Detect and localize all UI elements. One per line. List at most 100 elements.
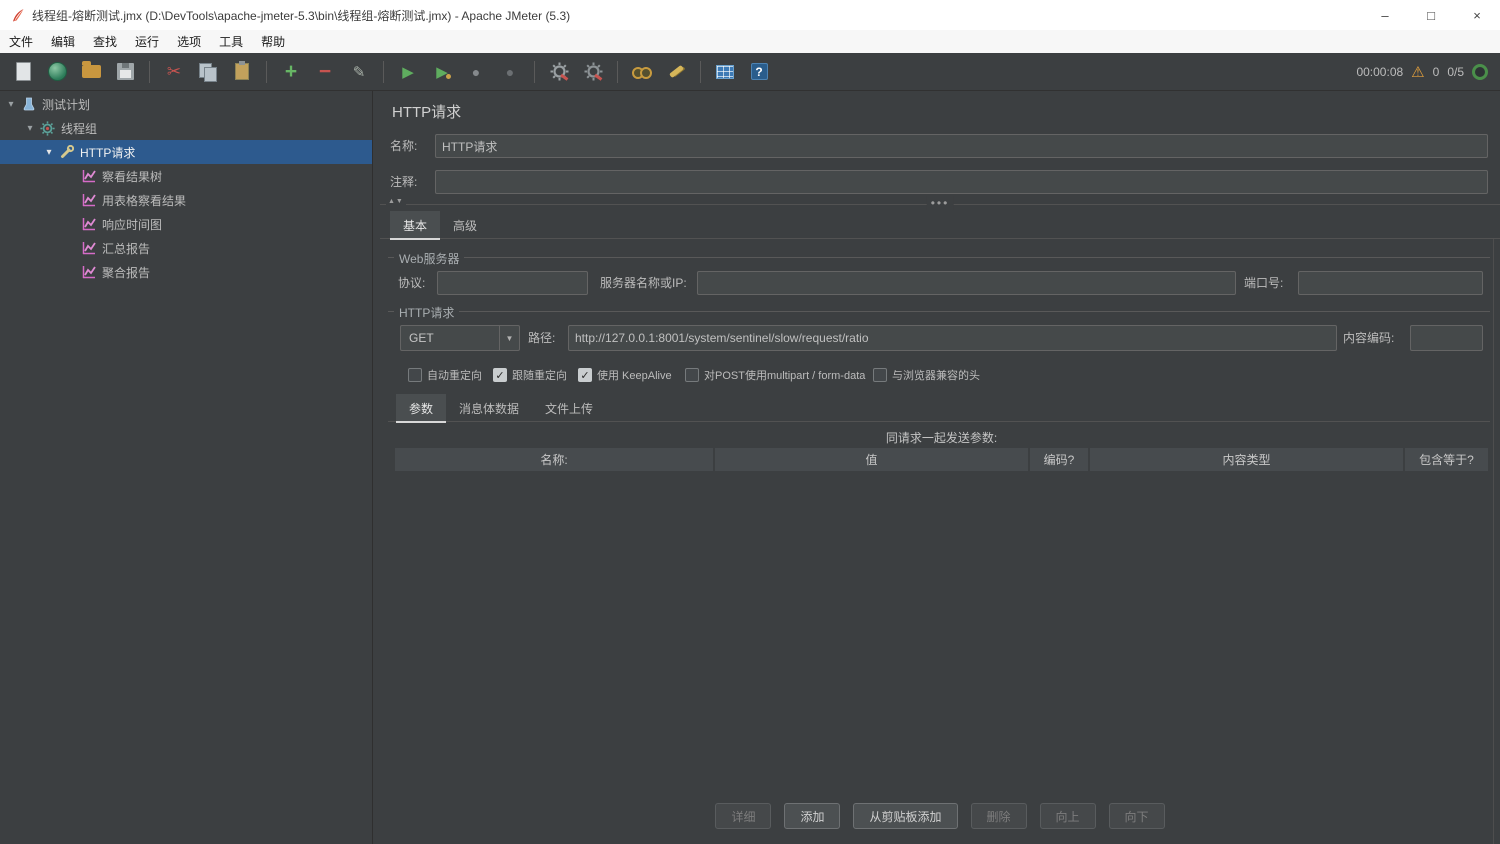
copy-button[interactable] xyxy=(193,57,223,87)
start-no-pauses-button[interactable]: ▶ xyxy=(427,57,457,87)
search-icon xyxy=(632,66,652,79)
tree-splitter[interactable]: ⋮ xyxy=(372,91,388,844)
listener-chart-icon xyxy=(80,217,97,231)
paste-button[interactable] xyxy=(227,57,257,87)
port-label: 端口号: xyxy=(1244,276,1284,290)
cut-icon: ✂ xyxy=(166,61,182,81)
checkbox-label: 与浏览器兼容的头 xyxy=(892,370,980,382)
close-button[interactable]: × xyxy=(1454,0,1500,30)
tree-item-label: HTTP请求 xyxy=(80,145,136,160)
menu-item-help[interactable]: 帮助 xyxy=(252,30,294,53)
play-icon: ▶ xyxy=(402,63,414,81)
encoding-label: 内容编码: xyxy=(1343,331,1395,345)
collapse-arrows-icon[interactable]: ▲▼ xyxy=(386,198,406,205)
down-button[interactable]: 向下 xyxy=(1108,803,1165,829)
tab-border xyxy=(380,238,1500,239)
maximize-button[interactable]: □ xyxy=(1408,0,1454,30)
port-input[interactable] xyxy=(1298,271,1483,295)
open-button[interactable] xyxy=(76,57,106,87)
menu-item-search[interactable]: 查找 xyxy=(84,30,126,53)
http-request-panel: HTTP请求 名称: 注释: ▲▼ ••• 基本 高级 Web服务器 协议: 服… xyxy=(380,91,1500,844)
stop-button[interactable]: ● xyxy=(461,57,491,87)
tab-parameters[interactable]: 参数 xyxy=(396,394,447,423)
server-input[interactable] xyxy=(697,271,1236,295)
function-helper-button[interactable] xyxy=(710,57,740,87)
shutdown-button[interactable]: ● xyxy=(495,57,525,87)
method-select[interactable]: GET ▼ xyxy=(400,325,520,351)
protocol-input[interactable] xyxy=(437,271,588,295)
column-header-name[interactable]: 名称: xyxy=(395,448,715,471)
new-plan-button[interactable] xyxy=(8,57,38,87)
checkbox-use-keepalive[interactable]: ✓ 使用 KeepAlive xyxy=(578,367,672,383)
clear-button[interactable] xyxy=(544,57,574,87)
tree-item-response-time-graph[interactable]: 响应时间图 xyxy=(0,212,372,236)
detail-button[interactable]: 详细 xyxy=(715,803,772,829)
start-button[interactable]: ▶ xyxy=(393,57,423,87)
add-button[interactable]: 添加 xyxy=(784,803,841,829)
webserver-group-title: Web服务器 xyxy=(394,250,465,267)
run-indicator-icon xyxy=(1472,63,1488,80)
reset-search-button[interactable] xyxy=(661,57,691,87)
help-button[interactable]: ? xyxy=(744,57,774,87)
toolbar-separator xyxy=(534,60,535,83)
up-button[interactable]: 向上 xyxy=(1039,803,1096,829)
divider-grip-icon[interactable]: ••• xyxy=(926,196,954,210)
shutdown-icon: ● xyxy=(505,63,515,80)
tree-item-http-request[interactable]: ▾ HTTP请求 xyxy=(0,140,372,164)
toggle-button[interactable]: ✎ xyxy=(344,57,374,87)
toolbar-separator xyxy=(383,60,384,83)
thread-group-icon xyxy=(39,120,56,136)
jmeter-logo-icon xyxy=(10,8,25,23)
templates-button[interactable] xyxy=(42,57,72,87)
toolbar-status: 00:00:08 ⚠ 0 0/5 xyxy=(1356,63,1488,81)
tree-item-label: 响应时间图 xyxy=(102,217,163,232)
tab-basic[interactable]: 基本 xyxy=(390,211,441,240)
minimize-button[interactable]: – xyxy=(1362,0,1408,30)
tab-files-upload[interactable]: 文件上传 xyxy=(532,394,606,423)
tree-item-view-results-tree[interactable]: 察看结果树 xyxy=(0,164,372,188)
collapse-all-button[interactable]: − xyxy=(310,57,340,87)
tree-item-label: 用表格察看结果 xyxy=(102,193,187,208)
encoding-input[interactable] xyxy=(1410,325,1483,351)
column-header-include-equals[interactable]: 包含等于? xyxy=(1405,448,1488,471)
tree-item-test-plan[interactable]: ▾ 测试计划 xyxy=(0,92,372,116)
expand-arrow-icon[interactable]: ▾ xyxy=(42,147,56,158)
chevron-down-icon[interactable]: ▼ xyxy=(499,326,519,350)
checkbox-multipart-post[interactable]: 对POST使用multipart / form-data xyxy=(685,367,865,383)
menu-item-run[interactable]: 运行 xyxy=(126,30,168,53)
cut-button[interactable]: ✂ xyxy=(159,57,189,87)
checkbox-box xyxy=(408,368,422,382)
tree-item-summary-report[interactable]: 汇总报告 xyxy=(0,236,372,260)
menu-item-file[interactable]: 文件 xyxy=(0,30,42,53)
checkbox-browser-compatible-headers[interactable]: 与浏览器兼容的头 xyxy=(873,367,980,383)
add-from-clipboard-button[interactable]: 从剪贴板添加 xyxy=(853,803,958,829)
menu-item-tools[interactable]: 工具 xyxy=(210,30,252,53)
menu-item-options[interactable]: 选项 xyxy=(168,30,210,53)
tree-item-label: 察看结果树 xyxy=(102,169,163,184)
checkbox-auto-redirect[interactable]: 自动重定向 xyxy=(408,367,482,383)
save-button[interactable] xyxy=(110,57,140,87)
expand-all-button[interactable]: + xyxy=(276,57,306,87)
search-button[interactable] xyxy=(627,57,657,87)
column-header-value[interactable]: 值 xyxy=(715,448,1030,471)
comment-input[interactable] xyxy=(435,170,1488,194)
tab-body-data[interactable]: 消息体数据 xyxy=(446,394,532,423)
name-input[interactable] xyxy=(435,134,1488,158)
menu-item-edit[interactable]: 编辑 xyxy=(42,30,84,53)
new-file-icon xyxy=(15,62,31,81)
expand-arrow-icon[interactable]: ▾ xyxy=(4,99,18,110)
tree-item-view-results-table[interactable]: 用表格察看结果 xyxy=(0,188,372,212)
clear-all-button[interactable] xyxy=(578,57,608,87)
open-folder-icon xyxy=(81,61,101,78)
tree-item-aggregate-report[interactable]: 聚合报告 xyxy=(0,260,372,284)
tree-item-thread-group[interactable]: ▾ 线程组 xyxy=(0,116,372,140)
delete-button[interactable]: 删除 xyxy=(970,803,1027,829)
warning-icon[interactable]: ⚠ xyxy=(1411,63,1424,81)
expand-arrow-icon[interactable]: ▾ xyxy=(23,123,37,134)
tab-advanced[interactable]: 高级 xyxy=(440,211,490,240)
path-input[interactable] xyxy=(568,325,1337,351)
comment-label: 注释: xyxy=(390,175,418,189)
column-header-content-type[interactable]: 内容类型 xyxy=(1090,448,1405,471)
checkbox-follow-redirects[interactable]: ✓ 跟随重定向 xyxy=(493,367,567,383)
column-header-encode[interactable]: 编码? xyxy=(1030,448,1090,471)
